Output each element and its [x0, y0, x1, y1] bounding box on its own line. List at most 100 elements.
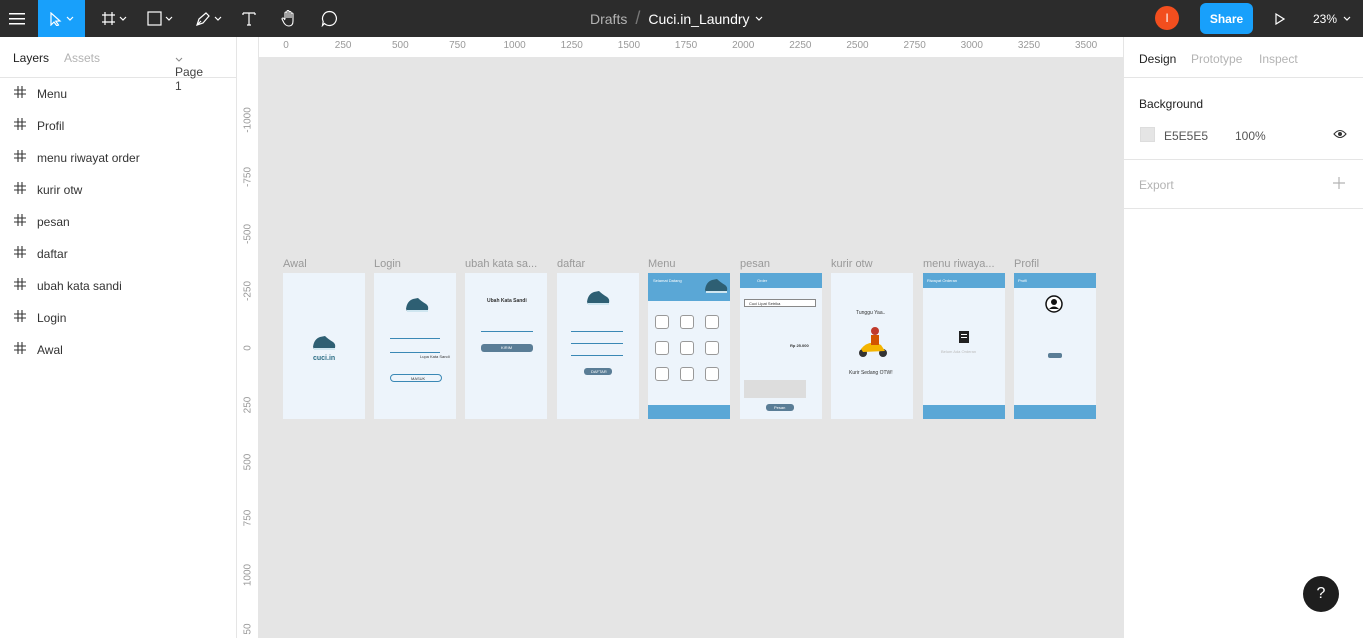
mock-service-icon	[680, 341, 694, 355]
clipboard-icon	[959, 331, 969, 343]
mock-input	[571, 355, 623, 356]
frame-artboard[interactable]: Ubah Kata Sandi KIRIM	[465, 273, 547, 419]
chevron-down-icon[interactable]	[755, 16, 763, 21]
frame-label[interactable]: Profil	[1014, 258, 1096, 270]
chevron-down-icon	[119, 16, 127, 21]
frame-icon	[102, 12, 115, 25]
frame-artboard[interactable]: DAFTAR	[557, 273, 639, 419]
frame-label[interactable]: menu riwaya...	[923, 258, 1005, 270]
frame-artboard[interactable]: Lupa Kata Sandi MASUK	[374, 273, 456, 419]
layer-item[interactable]: daftar	[0, 238, 236, 270]
ruler-tick-label: -250	[242, 280, 254, 302]
frame-icon	[14, 214, 26, 226]
layer-item[interactable]: Profil	[0, 110, 236, 142]
breadcrumb-separator: /	[635, 8, 641, 28]
mock-button: MASUK	[390, 374, 442, 382]
layer-label: ubah kata sandi	[37, 279, 122, 293]
eye-icon[interactable]	[1333, 129, 1347, 139]
mock-waiting-text: Tunggu Yaa..	[856, 310, 886, 316]
courier-scooter-icon	[859, 327, 887, 357]
frame-artboard[interactable]: Profil	[1014, 273, 1096, 419]
plus-icon[interactable]	[1333, 177, 1345, 189]
layer-item[interactable]: ubah kata sandi	[0, 270, 236, 302]
frame-label[interactable]: daftar	[557, 258, 639, 270]
layer-item[interactable]: kurir otw	[0, 174, 236, 206]
breadcrumb-drafts[interactable]: Drafts	[590, 11, 627, 27]
comment-icon	[321, 10, 337, 27]
frame-icon	[14, 150, 26, 162]
document-title: Drafts / Cuci.in_Laundry	[590, 0, 763, 37]
ruler-tick-label: 1750	[674, 40, 698, 51]
help-button[interactable]: ?	[1303, 576, 1339, 612]
layer-item[interactable]: Login	[0, 302, 236, 334]
move-tool-button[interactable]	[38, 0, 85, 37]
layer-item[interactable]: pesan	[0, 206, 236, 238]
tab-assets[interactable]: Assets	[64, 51, 100, 65]
ruler-tick-label: 1000	[503, 40, 526, 51]
share-button[interactable]: Share	[1200, 3, 1253, 34]
mock-button	[1048, 353, 1062, 358]
mock-logo-text: cuci.in	[313, 355, 336, 362]
ruler-tick-label: 3000	[960, 40, 983, 51]
zoom-menu[interactable]: 23%	[1313, 0, 1351, 37]
ruler-tick-label: 250	[334, 40, 352, 51]
frame-artboard[interactable]: Tunggu Yaa.. Kurir Sedang OTW!	[831, 273, 913, 419]
background-opacity[interactable]: 100%	[1235, 129, 1266, 143]
frame-label[interactable]: pesan	[740, 258, 822, 270]
tab-layers[interactable]: Layers	[13, 51, 49, 65]
mock-input	[390, 352, 440, 353]
frame-artboard[interactable]: cuci.in	[283, 273, 365, 419]
mock-button: Pesan	[766, 404, 794, 411]
frame-label[interactable]: kurir otw	[831, 258, 913, 270]
tab-inspect[interactable]: Inspect	[1259, 52, 1298, 66]
mock-service-icon	[680, 367, 694, 381]
tab-design[interactable]: Design	[1139, 52, 1176, 66]
frame-label[interactable]: ubah kata sa...	[465, 258, 547, 270]
frame-label[interactable]: Awal	[283, 258, 365, 270]
tab-prototype[interactable]: Prototype	[1191, 52, 1242, 66]
background-swatch[interactable]	[1140, 127, 1155, 142]
layer-item[interactable]: menu riwayat order	[0, 142, 236, 174]
horizontal-ruler: 0 250 500 750 1000 1250 1500 1750 2000 2250 2500 27…	[259, 37, 1123, 58]
mock-input	[571, 343, 623, 344]
hamburger-icon	[9, 12, 25, 24]
ruler-tick-label: 750	[242, 509, 254, 527]
ruler-tick-label: 1500	[617, 40, 641, 51]
layer-item[interactable]: Menu	[0, 78, 236, 110]
mock-button: DAFTAR	[584, 368, 612, 375]
hand-tool-button[interactable]	[276, 0, 302, 37]
frame-label[interactable]: Login	[374, 258, 456, 270]
text-icon	[242, 12, 256, 26]
properties-panel: Design Prototype Inspect Background E5E5…	[1123, 37, 1363, 638]
chevron-down-icon	[175, 57, 183, 62]
frame-icon	[14, 342, 26, 354]
frame-tool-button[interactable]	[95, 0, 133, 37]
page-selector[interactable]: Page 1	[175, 51, 203, 93]
export-section: Export	[1124, 160, 1363, 209]
canvas[interactable]: 0 250 500 750 1000 1250 1500 1750 2000 2250 2500 27…	[237, 37, 1123, 638]
frame-artboard[interactable]: Riwayat Orderan Belum Ada Orderan	[923, 273, 1005, 419]
layer-label: daftar	[37, 247, 68, 261]
shape-tool-button[interactable]	[141, 0, 179, 37]
background-hex[interactable]: E5E5E5	[1164, 129, 1208, 143]
present-button[interactable]	[1268, 0, 1292, 37]
mock-greeting: Selamat Datang	[653, 278, 682, 283]
mock-header-title: Order	[757, 278, 768, 283]
layer-label: pesan	[37, 215, 70, 229]
rectangle-icon	[147, 11, 162, 26]
mock-header-title: Profil	[1018, 278, 1028, 283]
text-tool-button[interactable]	[236, 0, 262, 37]
layer-item[interactable]: Awal	[0, 334, 236, 366]
frame-artboard[interactable]: Order Cuci Lipat Setrika Rp 25.000 Pesan	[740, 273, 822, 419]
frame-artboard[interactable]: Selamat Datang	[648, 273, 730, 419]
mock-bottom-nav	[1014, 405, 1096, 419]
file-name[interactable]: Cuci.in_Laundry	[648, 11, 749, 27]
ruler-tick-label: 500	[391, 40, 409, 51]
user-avatar[interactable]: I	[1155, 6, 1179, 30]
mock-service-icon	[705, 341, 719, 355]
frame-label[interactable]: Menu	[648, 258, 730, 270]
main-menu-button[interactable]	[0, 0, 34, 37]
pen-tool-button[interactable]	[189, 0, 227, 37]
comment-tool-button[interactable]	[316, 0, 342, 37]
layer-label: Menu	[37, 87, 68, 101]
